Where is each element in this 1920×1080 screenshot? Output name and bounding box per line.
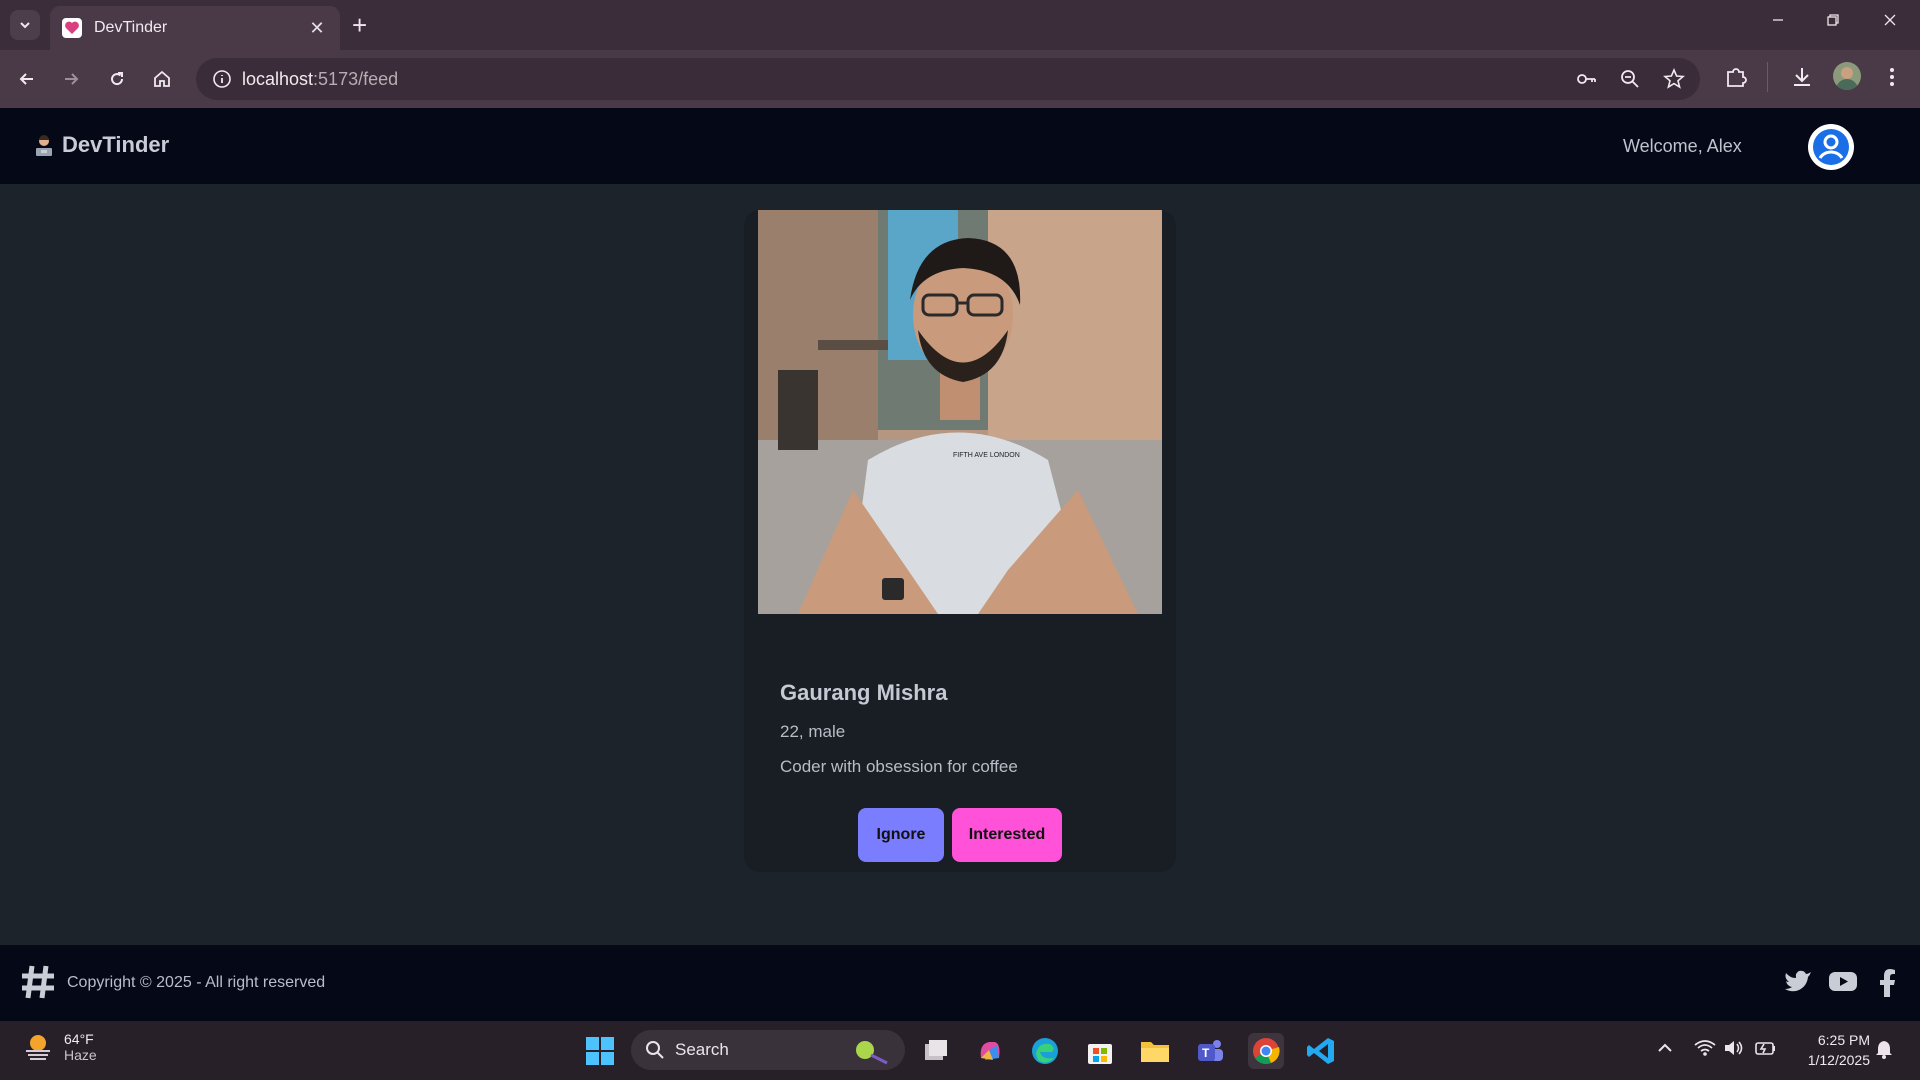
back-button[interactable] xyxy=(12,64,42,94)
youtube-icon xyxy=(1829,972,1857,991)
svg-text:FIFTH AVE LONDON: FIFTH AVE LONDON xyxy=(953,452,1020,459)
more-vertical-icon xyxy=(1890,68,1894,86)
teams-icon: T xyxy=(1198,1040,1223,1061)
chrome-icon xyxy=(1253,1038,1280,1065)
browser-tab-active[interactable]: DevTinder ✕ xyxy=(50,6,340,50)
clock-date: 1/12/2025 xyxy=(1807,1052,1870,1068)
clock-time: 6:25 PM xyxy=(1817,1032,1870,1048)
new-tab-button[interactable]: + xyxy=(352,12,367,38)
interested-button[interactable]: Interested xyxy=(952,808,1062,862)
youtube-link[interactable] xyxy=(1829,969,1857,998)
chrome-button[interactable] xyxy=(1248,1033,1284,1069)
tab-title: DevTinder xyxy=(94,19,168,36)
search-highlight-icon xyxy=(856,1041,888,1065)
tray-overflow-icon[interactable] xyxy=(1656,1039,1674,1062)
key-icon[interactable] xyxy=(1574,67,1598,91)
weather-temperature: 64°F xyxy=(64,1031,94,1047)
close-window-button[interactable] xyxy=(1882,12,1898,33)
weather-haze-icon xyxy=(26,1035,50,1060)
devtinder-favicon-icon xyxy=(62,18,82,38)
svg-text:T: T xyxy=(1202,1046,1210,1060)
site-info-icon[interactable] xyxy=(202,69,242,89)
copyright-text: Copyright © 2025 - All right reserved xyxy=(67,974,326,991)
url-text: localhost:5173/feed xyxy=(242,68,399,89)
feed-main: FIFTH AVE LONDON Gaurang Mishra 22, male… xyxy=(0,184,1920,945)
toolbar-divider xyxy=(1767,62,1768,92)
browser-tabstrip: DevTinder ✕ + xyxy=(0,0,1920,50)
welcome-text: Welcome, Alex xyxy=(1623,136,1742,156)
home-button[interactable] xyxy=(147,64,177,94)
profile-age-gender: 22, male xyxy=(780,722,846,741)
copilot-button[interactable] xyxy=(972,1033,1008,1069)
arrow-right-icon xyxy=(65,73,79,85)
profile-photo: FIFTH AVE LONDON xyxy=(758,210,1162,614)
task-view-icon xyxy=(925,1040,947,1060)
wifi-icon[interactable] xyxy=(1694,1039,1716,1062)
edge-icon xyxy=(1032,1038,1058,1064)
microsoft-store-button[interactable] xyxy=(1082,1033,1118,1069)
downloads-button[interactable] xyxy=(1789,64,1815,95)
store-icon xyxy=(1088,1044,1112,1064)
taskbar-search[interactable]: Search xyxy=(631,1030,905,1070)
avatar-icon xyxy=(1836,67,1858,90)
restore-button[interactable] xyxy=(1825,12,1841,33)
teams-button[interactable]: T xyxy=(1192,1033,1228,1069)
omnibox-actions xyxy=(1574,67,1686,91)
search-icon xyxy=(646,1041,664,1059)
reload-icon xyxy=(111,72,124,86)
tab-search-button[interactable] xyxy=(10,10,40,40)
brand-name: DevTinder xyxy=(62,132,170,157)
profile-name: Gaurang Mishra xyxy=(780,680,948,705)
app-navbar: DevTinder Welcome, Alex xyxy=(0,108,1920,184)
developer-emoji-icon xyxy=(36,135,52,156)
address-bar[interactable]: localhost:5173/feed xyxy=(196,58,1700,100)
volume-icon[interactable] xyxy=(1723,1039,1745,1062)
windows-logo-icon xyxy=(586,1037,614,1065)
notification-bell-icon[interactable] xyxy=(1875,1039,1893,1064)
weather-widget[interactable]: 64°F Haze xyxy=(22,1031,97,1063)
zoom-icon[interactable] xyxy=(1618,67,1642,91)
app-footer: Copyright © 2025 - All right reserved xyxy=(0,945,1920,1021)
profile-card: FIFTH AVE LONDON Gaurang Mishra 22, male… xyxy=(744,210,1176,872)
forward-button[interactable] xyxy=(56,64,86,94)
vscode-icon xyxy=(1307,1038,1334,1064)
user-circle-icon xyxy=(1813,129,1849,165)
arrow-left-icon xyxy=(19,73,33,85)
brand-link[interactable]: DevTinder xyxy=(32,132,169,158)
vscode-button[interactable] xyxy=(1303,1033,1339,1069)
minimize-button[interactable] xyxy=(1770,12,1786,33)
facebook-icon xyxy=(1880,969,1895,997)
browser-toolbar: localhost:5173/feed xyxy=(0,50,1920,108)
start-button[interactable] xyxy=(584,1035,616,1072)
weather-condition: Haze xyxy=(64,1047,97,1063)
facebook-link[interactable] xyxy=(1878,969,1896,1002)
download-icon xyxy=(1794,68,1810,86)
taskbar-search-label: Search xyxy=(675,1040,729,1059)
tab-close-icon[interactable]: ✕ xyxy=(306,18,328,39)
chevron-down-icon xyxy=(20,22,30,29)
user-avatar-button[interactable] xyxy=(1808,124,1854,170)
reload-button[interactable] xyxy=(102,64,132,94)
task-view-button[interactable] xyxy=(918,1033,954,1069)
battery-icon[interactable] xyxy=(1753,1039,1777,1062)
twitter-icon xyxy=(1785,970,1811,992)
ignore-button[interactable]: Ignore xyxy=(858,808,944,862)
puzzle-icon xyxy=(1727,68,1747,87)
folder-icon xyxy=(1141,1042,1169,1062)
browser-menu-button[interactable] xyxy=(1884,64,1900,95)
taskbar-clock[interactable]: 6:25 PM 1/12/2025 xyxy=(1790,1030,1870,1070)
edge-button[interactable] xyxy=(1027,1033,1063,1069)
profile-about: Coder with obsession for coffee xyxy=(780,757,1018,776)
profile-avatar-button[interactable] xyxy=(1833,62,1861,90)
star-icon[interactable] xyxy=(1662,67,1686,91)
extensions-button[interactable] xyxy=(1723,64,1749,95)
file-explorer-button[interactable] xyxy=(1137,1033,1173,1069)
copilot-icon xyxy=(980,1042,1000,1060)
home-icon xyxy=(154,70,170,87)
twitter-link[interactable] xyxy=(1784,969,1812,998)
footer-logo-icon xyxy=(18,962,58,1007)
os-taskbar: 64°F Haze Search T 6:25 PM 1/12/2025 xyxy=(0,1021,1920,1080)
